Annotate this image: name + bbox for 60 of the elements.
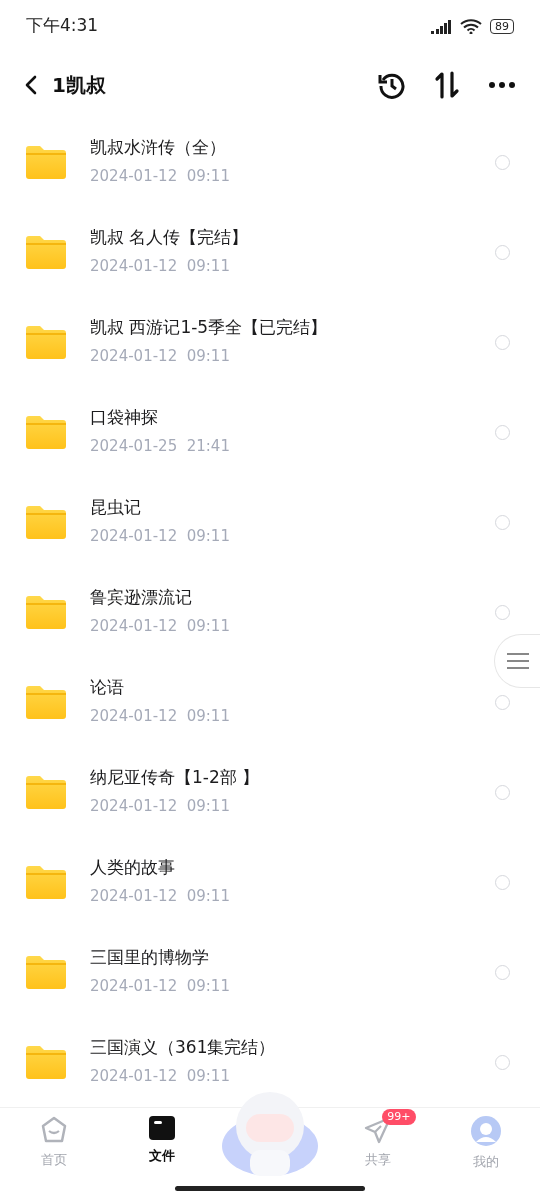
- file-name: 昆虫记: [90, 496, 142, 517]
- folder-title: 1凯叔: [52, 71, 106, 99]
- folder-icon: [26, 1045, 66, 1079]
- file-name: 纳尼亚传奇【1-2部 】: [90, 766, 260, 787]
- nav-tab[interactable]: 文件: [108, 1108, 216, 1166]
- folder-icon: [26, 235, 66, 269]
- back-icon[interactable]: [24, 74, 38, 95]
- folder-icon: [26, 685, 66, 719]
- file-date: 2024-01-12 09:11: [90, 1065, 231, 1087]
- file-date: 2024-01-12 09:11: [90, 345, 231, 367]
- file-name: 三国演义（361集完结）: [90, 1036, 276, 1057]
- menu-icon[interactable]: [505, 652, 530, 670]
- file-row[interactable]: 三国里的博物学 2024-01-12 09:11: [0, 927, 540, 1017]
- file-date: 2024-01-12 09:11: [90, 165, 230, 187]
- file-name: 鲁宾逊漂流记: [90, 586, 193, 607]
- file-date: 2024-01-12 09:11: [90, 255, 231, 277]
- folder-icon[interactable]: [149, 1116, 175, 1140]
- folder-icon: [26, 145, 66, 179]
- folder-icon: [26, 865, 66, 899]
- file-row[interactable]: 昆虫记 2024-01-12 09:11: [0, 477, 540, 567]
- folder-icon: [26, 325, 66, 359]
- file-date: 2024-01-12 09:11: [90, 885, 230, 907]
- battery-icon: 89: [490, 18, 514, 34]
- file-date: 2024-01-25 21:41: [90, 435, 230, 457]
- side-menu-handle[interactable]: [494, 634, 540, 688]
- file-date: 2024-01-12 09:11: [90, 795, 231, 817]
- folder-icon: [26, 595, 66, 629]
- file-name: 论语: [90, 676, 125, 697]
- folder-icon: [26, 415, 66, 449]
- folder-icon: [26, 505, 66, 539]
- avatar-icon[interactable]: [471, 1116, 501, 1146]
- file-row[interactable]: 口袋神探 2024-01-25 21:41: [0, 387, 540, 477]
- file-row[interactable]: 鲁宾逊漂流记 2024-01-12 09:11: [0, 567, 540, 657]
- file-name: 凯叔 西游记1-5季全【已完结】: [90, 316, 328, 337]
- file-name: 人类的故事: [90, 856, 176, 877]
- home-icon[interactable]: [40, 1116, 68, 1144]
- notification-badge: 99+: [382, 1109, 416, 1125]
- status-time: 下午4:31: [26, 14, 99, 38]
- file-row[interactable]: 凯叔水浒传（全） 2024-01-12 09:11: [0, 117, 540, 207]
- file-row[interactable]: 纳尼亚传奇【1-2部 】 2024-01-12 09:11: [0, 747, 540, 837]
- folder-icon: [26, 955, 66, 989]
- file-date: 2024-01-12 09:11: [90, 525, 230, 547]
- file-row[interactable]: 论语 2024-01-12 09:11: [0, 657, 540, 747]
- file-row[interactable]: 人类的故事 2024-01-12 09:11: [0, 837, 540, 927]
- wifi-icon: [460, 18, 482, 34]
- file-date: 2024-01-12 09:11: [90, 975, 230, 997]
- signal-icon: [430, 18, 452, 34]
- file-date: 2024-01-12 09:11: [90, 705, 230, 727]
- file-row[interactable]: 凯叔 西游记1-5季全【已完结】 2024-01-12 09:11: [0, 297, 540, 387]
- sort-icon[interactable]: [434, 70, 460, 99]
- file-name: 凯叔水浒传（全）: [90, 136, 227, 157]
- home-indicator[interactable]: [175, 1186, 365, 1191]
- folder-icon: [26, 775, 66, 809]
- file-name: 口袋神探: [90, 406, 159, 427]
- more-icon[interactable]: [488, 80, 516, 89]
- file-row[interactable]: 三国演义（361集完结） 2024-01-12 09:11: [0, 1017, 540, 1107]
- file-name: 凯叔 名人传【完结】: [90, 226, 249, 247]
- file-name: 三国里的博物学: [90, 946, 210, 967]
- file-row[interactable]: 凯叔 名人传【完结】 2024-01-12 09:11: [0, 207, 540, 297]
- file-date: 2024-01-12 09:11: [90, 615, 230, 637]
